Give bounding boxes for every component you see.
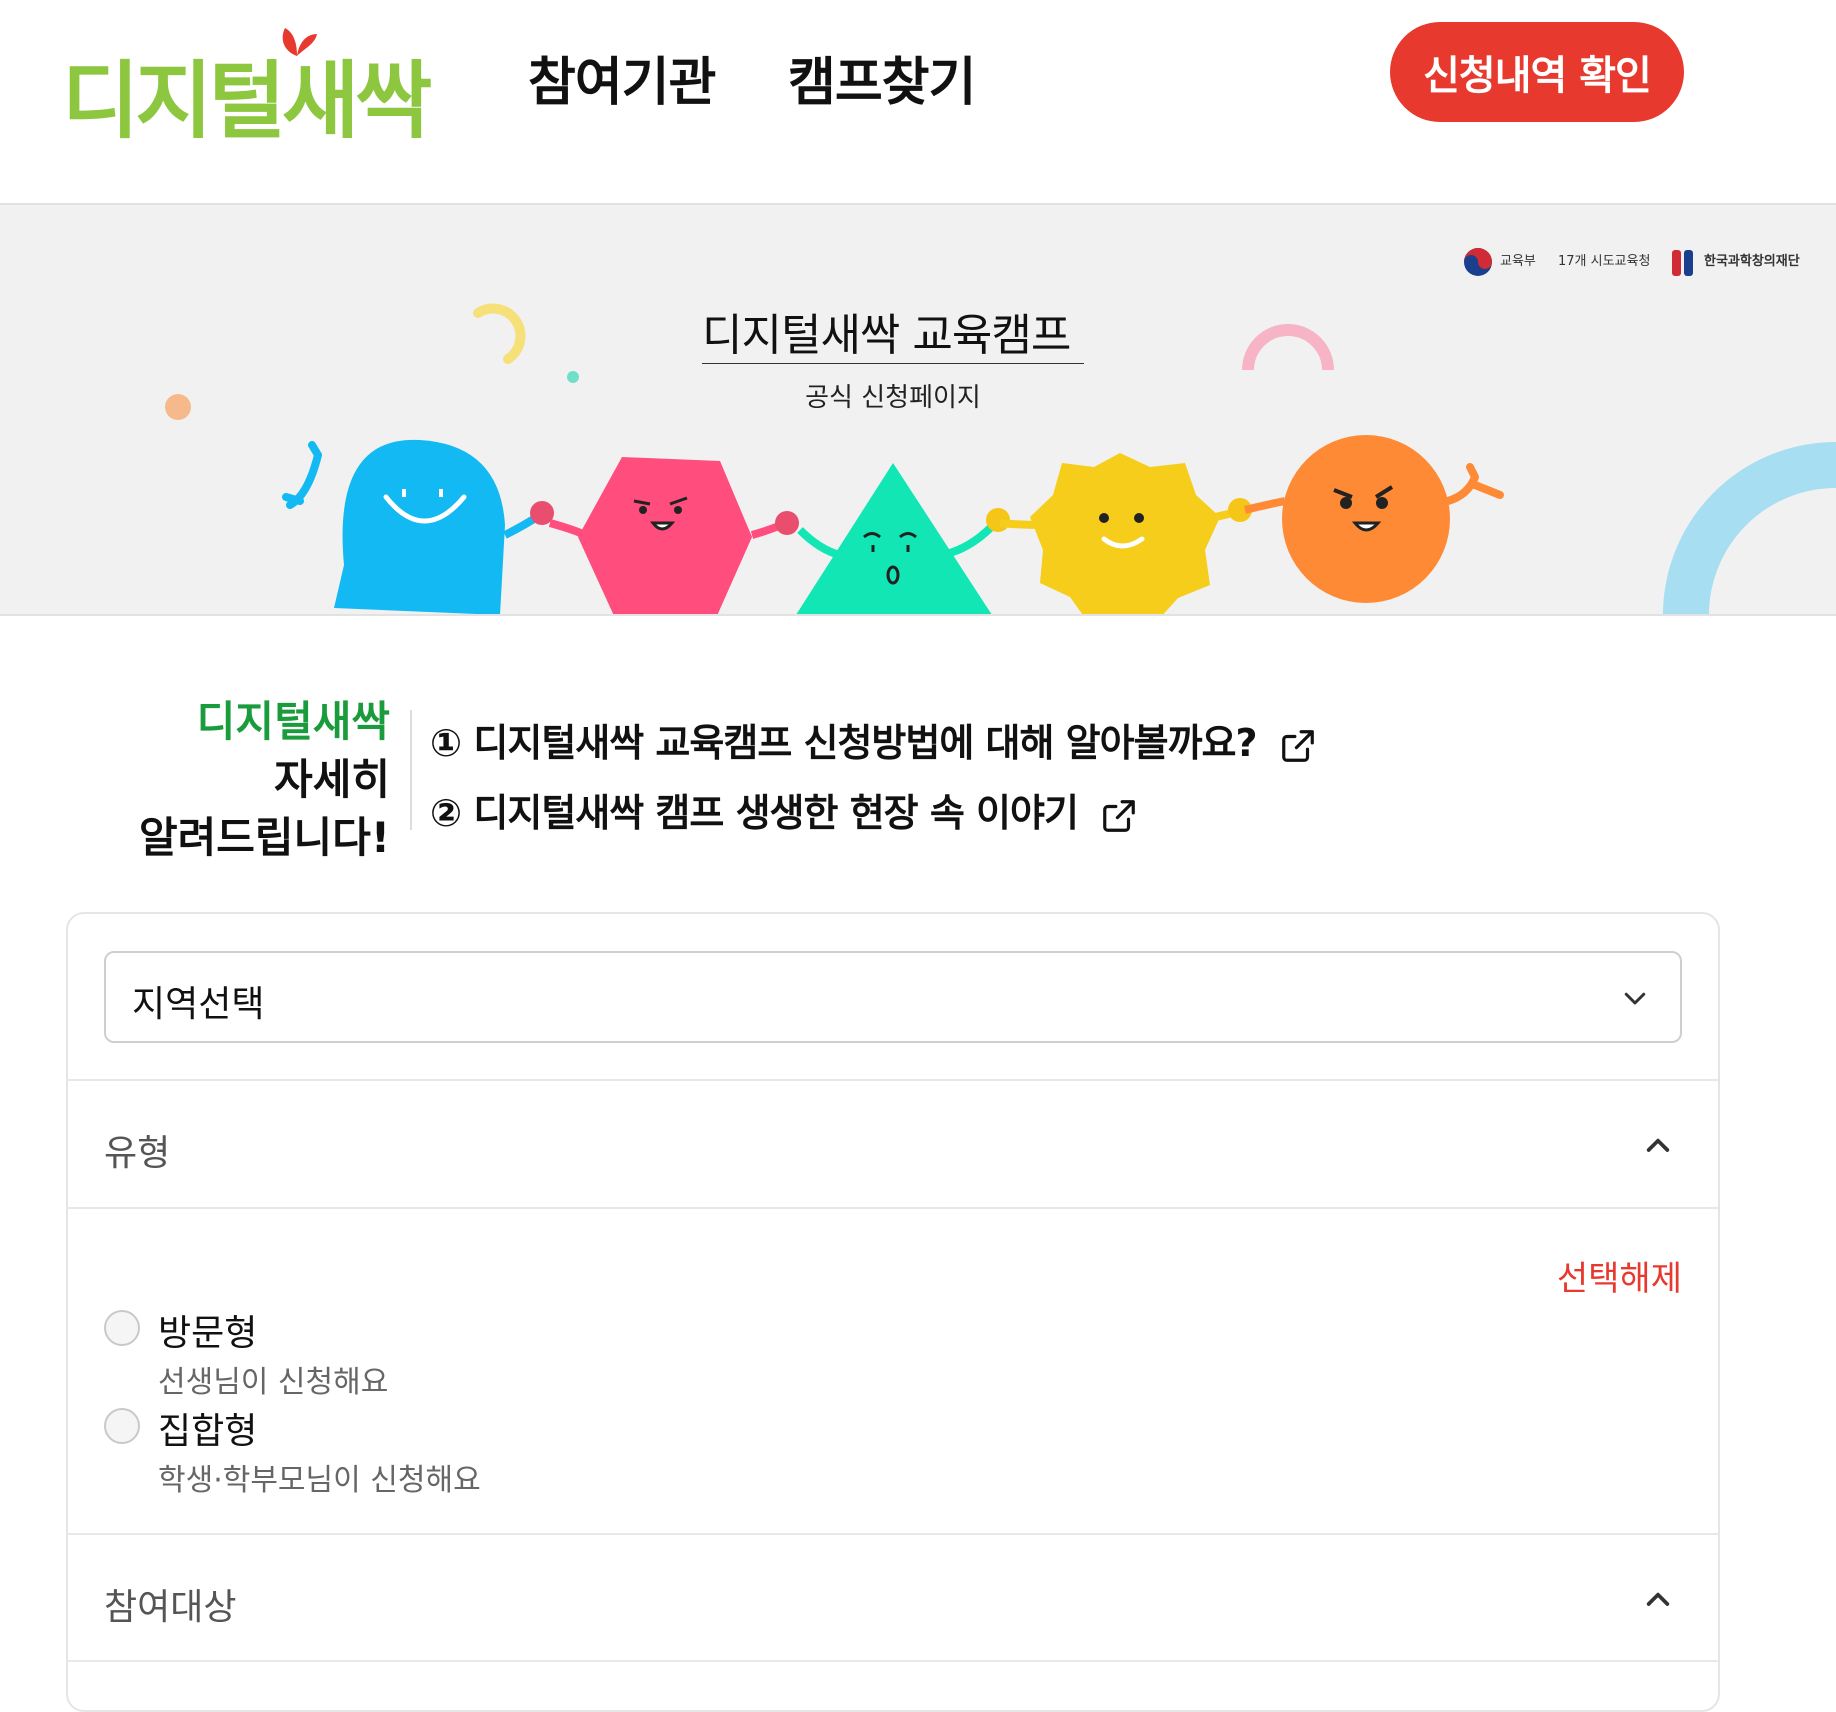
section-divider: [67, 1079, 1719, 1081]
link-camp-stories-label: ② 디지털새싹 캠프 생생한 현장 속 이야기: [430, 791, 1079, 835]
sponsor-offices: 17개 시도교육청: [1558, 254, 1651, 269]
chevron-down-icon: [1624, 992, 1646, 1005]
banner-title: 디지털새싹 교육캠프: [702, 310, 1071, 361]
check-application-button[interactable]: 신청내역 확인: [1390, 22, 1684, 122]
sponsor-moe: 교육부: [1500, 254, 1536, 269]
leaf-icon: [282, 28, 317, 56]
banner-subtitle: 공식 신청페이지: [805, 383, 981, 413]
section-divider: [67, 1207, 1719, 1209]
chevron-up-icon[interactable]: [1640, 1584, 1676, 1616]
intro-divider: [410, 710, 412, 830]
logo-text: 디지털새싹: [62, 52, 432, 150]
nav-find-camp[interactable]: 캠프찾기: [788, 40, 976, 115]
hero-banner: 디지털새싹 교육캠프 공식 신청페이지 교육부 17개 시도교육청 한국과학창의…: [0, 203, 1836, 616]
link-camp-stories[interactable]: ② 디지털새싹 캠프 생생한 현장 속 이야기: [430, 782, 1138, 837]
section-divider: [67, 1533, 1719, 1535]
link-how-to-apply[interactable]: ① 디지털새싹 교육캠프 신청방법에 대해 알아볼까요?: [430, 712, 1317, 767]
radio-visit-type[interactable]: [104, 1310, 140, 1346]
chevron-up-icon[interactable]: [1640, 1130, 1676, 1162]
intro-brand: 디지털새싹: [196, 697, 390, 746]
option-group-type-label[interactable]: 집합형: [158, 1402, 257, 1454]
option-visit-type-label[interactable]: 방문형: [158, 1304, 257, 1356]
type-section-title: 유형: [104, 1133, 171, 1174]
intro-line3: 알려드립니다!: [139, 813, 390, 862]
logo[interactable]: 디지털새싹: [62, 20, 432, 150]
sponsor-kofac: 한국과학창의재단: [1704, 254, 1800, 269]
region-select[interactable]: 지역선택: [104, 951, 1682, 1043]
intro-line2: 자세히: [274, 755, 390, 804]
external-link-icon: [1103, 799, 1135, 832]
banner-title-underline: [702, 363, 1084, 364]
section-divider: [67, 1660, 1719, 1662]
clear-selection-button[interactable]: 선택해제: [1557, 1251, 1682, 1300]
nav-participating-institutions[interactable]: 참여기관: [528, 40, 716, 115]
radio-group-type[interactable]: [104, 1408, 140, 1444]
external-link-icon: [1281, 729, 1314, 762]
target-section-title: 참여대상: [104, 1587, 237, 1628]
region-select-value: 지역선택: [132, 984, 265, 1025]
option-group-type-desc: 학생·학부모님이 신청해요: [158, 1463, 481, 1498]
site-header: 디지털새싹 참여기관 캠프찾기 신청내역 확인: [0, 0, 1836, 203]
option-visit-type-desc: 선생님이 신청해요: [158, 1365, 389, 1400]
link-how-to-apply-label: ① 디지털새싹 교육캠프 신청방법에 대해 알아볼까요?: [430, 721, 1258, 765]
